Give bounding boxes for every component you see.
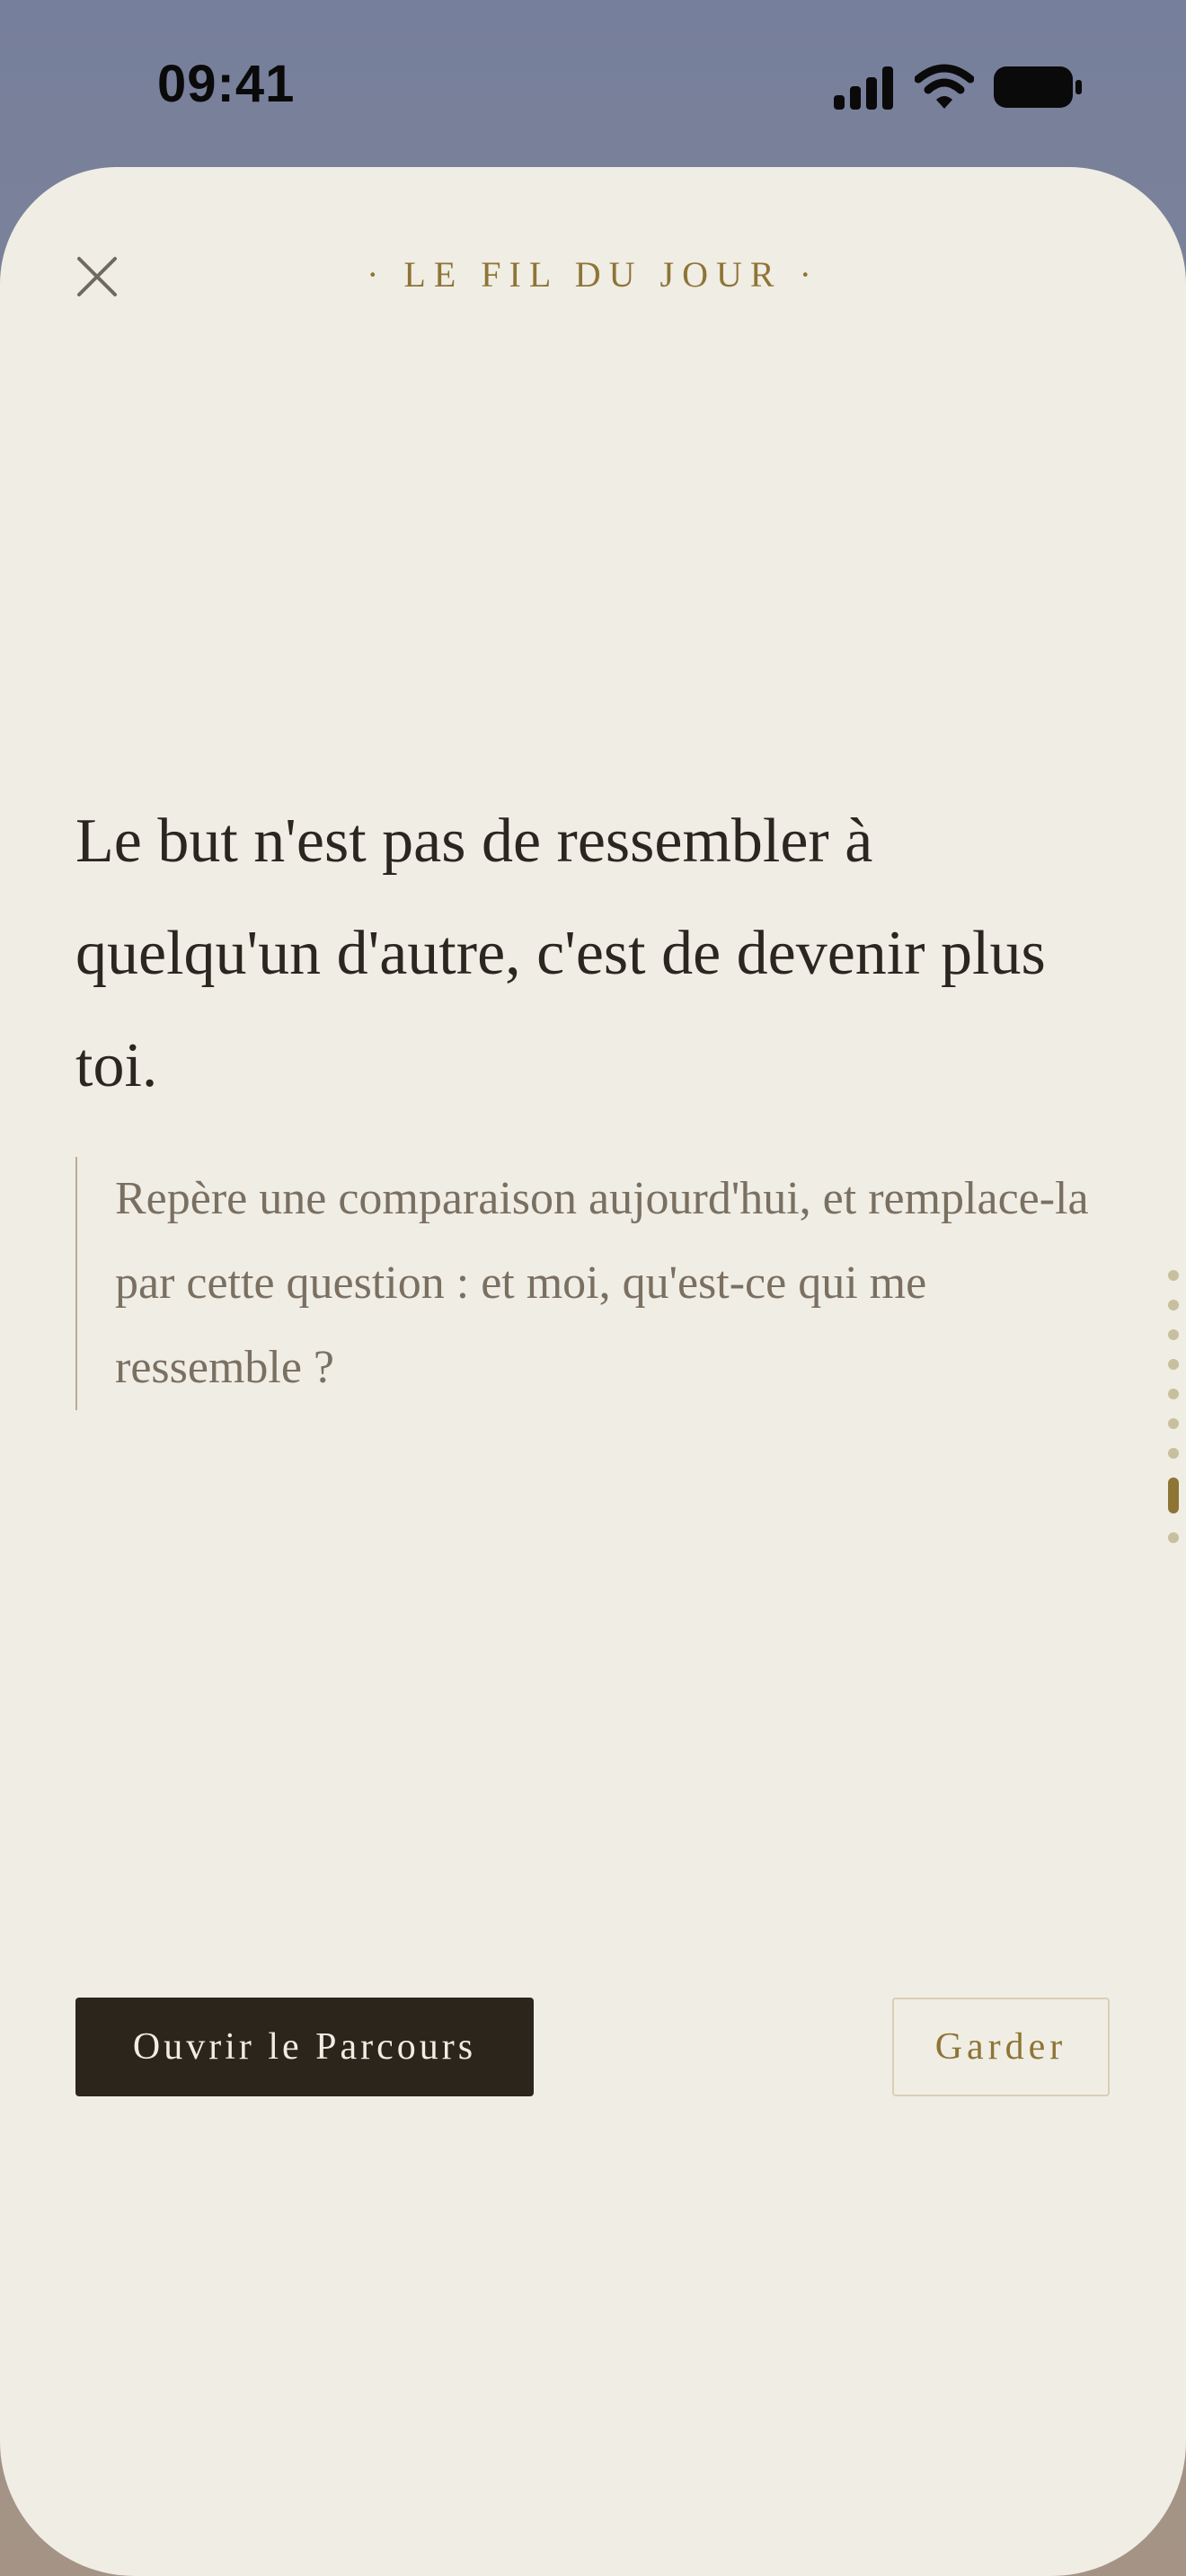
page-dot [1168,1359,1179,1370]
status-bar: 09:41 [0,0,1186,167]
page-indicator [1166,1270,1181,1562]
page-dot [1168,1532,1179,1543]
page-dot [1168,1389,1179,1399]
sheet-title: · LE FIL DU JOUR · [367,254,819,295]
page-dot [1168,1270,1179,1281]
page-dot-active [1168,1478,1179,1513]
page-dot [1168,1418,1179,1429]
keep-button[interactable]: Garder [892,1998,1110,2096]
open-journey-button[interactable]: Ouvrir le Parcours [75,1998,534,2096]
page-dot [1168,1329,1179,1340]
reflection-text: Repère une comparaison aujourd'hui, et r… [115,1173,1089,1393]
page-dot [1168,1300,1179,1310]
quote-text: Le but n'est pas de ressembler à quelqu'… [75,807,1046,1100]
page-dot [1168,1448,1179,1459]
battery-icon [994,66,1082,108]
daily-thread-sheet: · LE FIL DU JOUR · Le but n'est pas de r… [0,167,1186,2576]
wifi-icon [915,64,974,109]
status-time: 09:41 [157,55,296,113]
signal-icon [834,66,893,110]
status-icons [832,63,1084,113]
reflection-block: Repère une comparaison aujourd'hui, et r… [75,1157,1109,1410]
